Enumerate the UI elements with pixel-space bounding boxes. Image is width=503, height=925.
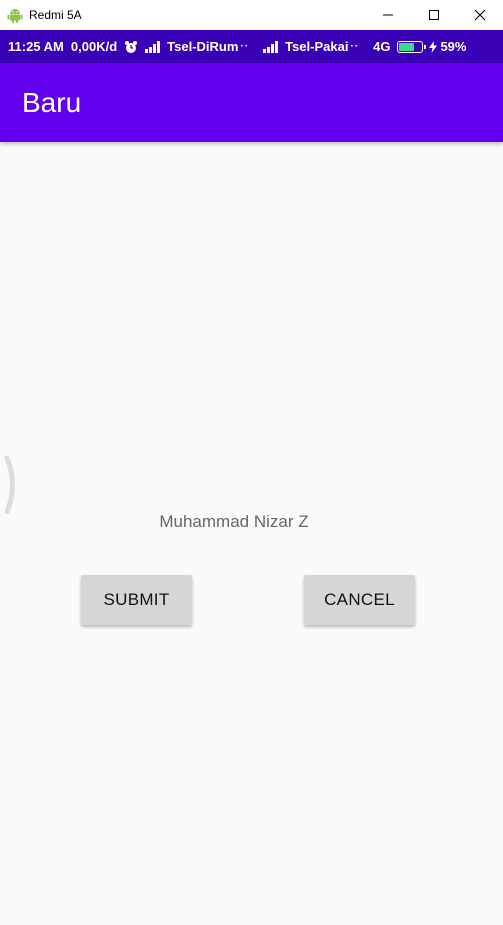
carrier-sim1-dots: ··: [240, 41, 250, 52]
cancel-button[interactable]: CANCEL: [304, 575, 415, 625]
app-bar: Baru: [0, 63, 503, 142]
battery-percent: 59%: [440, 39, 467, 54]
battery-fill: [399, 42, 414, 51]
maximize-icon: [429, 10, 439, 20]
maximize-button[interactable]: [411, 0, 457, 30]
name-label: Muhammad Nizar Z: [159, 512, 309, 531]
edge-swipe-handle[interactable]: [4, 456, 18, 514]
network-type: 4G: [373, 39, 391, 54]
charging-bolt-icon: [429, 40, 438, 53]
window-title: Redmi 5A: [29, 8, 82, 22]
android-icon: [7, 9, 23, 23]
close-button[interactable]: [457, 0, 503, 30]
carrier-sim2-dots: ··: [350, 41, 360, 52]
window-titlebar: Redmi 5A: [0, 0, 503, 30]
minimize-button[interactable]: [365, 0, 411, 30]
status-time: 11:25 AM: [8, 39, 64, 54]
app-bar-title: Baru: [22, 87, 82, 118]
carrier-sim1: Tsel-DiRum: [167, 39, 239, 54]
signal-icon-sim1: [145, 40, 161, 53]
carrier-sim2: Tsel-Pakai: [285, 39, 349, 54]
submit-button[interactable]: SUBMIT: [81, 575, 192, 625]
battery-icon: [397, 40, 427, 53]
status-bar: 11:25 AM 0,00K/d Tsel-DiRum ·· Tsel-Paka…: [0, 30, 503, 63]
alarm-icon: [125, 40, 138, 53]
close-icon: [474, 9, 486, 21]
window-controls: [365, 0, 503, 30]
signal-icon-sim2: [263, 40, 279, 53]
network-speed: 0,00K/d: [70, 39, 118, 54]
minimize-icon: [383, 14, 393, 16]
